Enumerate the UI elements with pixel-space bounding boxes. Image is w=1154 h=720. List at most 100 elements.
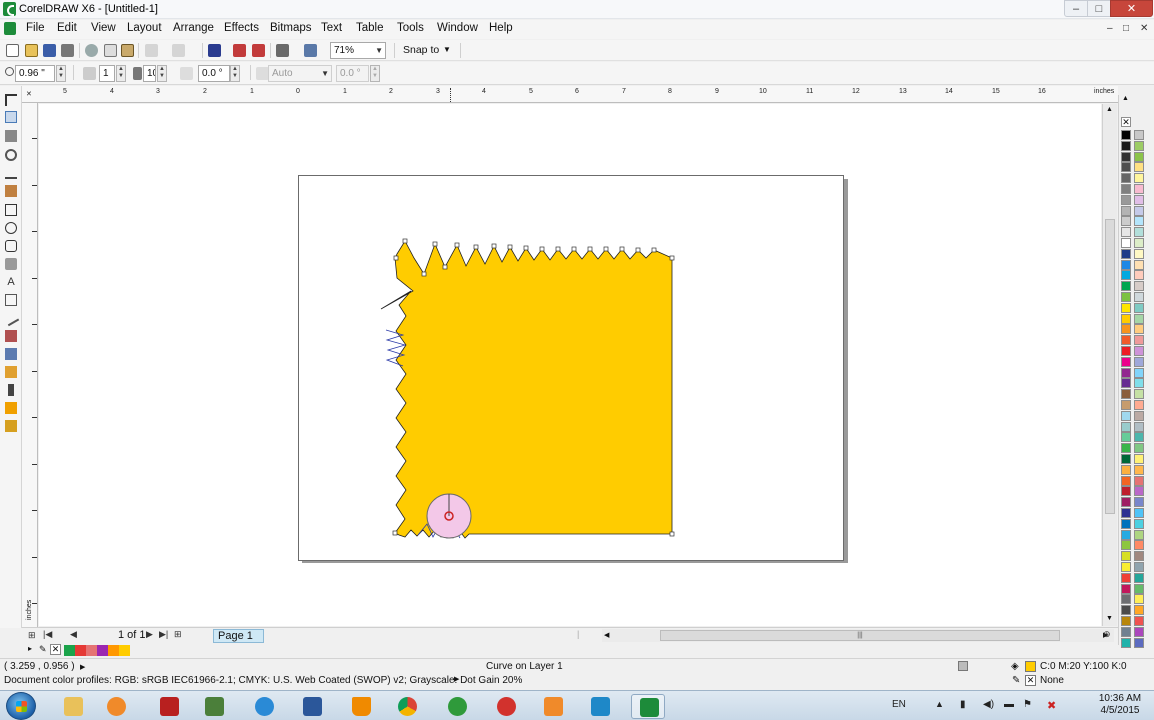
outline-color-swatch[interactable]: ✕ [1025, 675, 1036, 686]
palette-swatch[interactable] [1134, 194, 1144, 205]
undo-icon[interactable] [145, 44, 158, 57]
palette-swatch[interactable] [1121, 497, 1131, 508]
palette-swatch[interactable] [1121, 238, 1131, 248]
palette-swatch[interactable] [1121, 540, 1131, 551]
palette-swatch[interactable] [1134, 356, 1144, 367]
document-palette-swatch[interactable] [86, 645, 97, 656]
taskbar-explorer[interactable] [56, 694, 90, 719]
volume-icon[interactable]: ◀) [983, 699, 994, 710]
palette-swatch[interactable] [1121, 367, 1131, 378]
palette-swatch[interactable] [1134, 162, 1144, 173]
document-palette-swatch[interactable] [119, 645, 130, 656]
scroll-down-icon[interactable]: ▼ [1106, 615, 1113, 622]
menu-tools[interactable]: Tools [397, 22, 424, 34]
palette-swatch[interactable] [1121, 421, 1131, 432]
palette-swatch[interactable] [1134, 281, 1144, 292]
horizontal-scroll-thumb[interactable]: ||| [660, 630, 1060, 641]
palette-swatch[interactable] [1121, 443, 1131, 454]
eyedropper-icon[interactable]: ✎ [39, 644, 47, 655]
minimize-button[interactable]: – [1064, 0, 1088, 17]
palette-swatch[interactable] [1121, 356, 1131, 367]
paste-icon[interactable] [121, 44, 134, 57]
angle-spinner[interactable]: ▲ ▼ [230, 65, 240, 82]
palette-swatch[interactable] [1121, 346, 1131, 356]
menu-file[interactable]: File [26, 22, 45, 34]
palette-swatch[interactable] [1134, 421, 1144, 432]
palette-swatch[interactable] [1134, 324, 1144, 335]
crop-tool-icon[interactable] [5, 130, 17, 142]
nib-count-field[interactable]: 1 [99, 65, 115, 82]
palette-swatch[interactable] [1134, 616, 1144, 626]
palette-swatch[interactable] [1134, 637, 1144, 648]
palette-swatch[interactable] [1121, 173, 1131, 184]
no-color-swatch[interactable]: ✕ [1121, 117, 1131, 127]
palette-swatch[interactable] [1121, 475, 1131, 486]
taskbar-chrome[interactable] [390, 694, 424, 719]
interactive-effects-tool-icon[interactable] [5, 348, 17, 360]
palette-swatch[interactable] [1121, 216, 1131, 227]
palette-swatch[interactable] [1121, 637, 1131, 648]
palette-swatch[interactable] [1121, 562, 1131, 572]
document-color-profiles[interactable]: Document color profiles: RGB: sRGB IEC61… [4, 675, 522, 686]
palette-swatch[interactable] [1121, 583, 1131, 594]
palette-swatch[interactable] [1121, 259, 1131, 270]
palette-swatch[interactable] [1134, 346, 1144, 356]
palette-swatch[interactable] [1134, 302, 1144, 313]
document-palette-swatch[interactable] [75, 645, 86, 656]
zoom-level-select[interactable]: 71% ▼ [330, 42, 386, 59]
palette-expand-icon[interactable]: ▸ [28, 644, 32, 653]
palette-swatch[interactable] [1134, 335, 1144, 346]
palette-swatch[interactable] [1134, 184, 1144, 194]
palette-swatch[interactable] [1121, 292, 1131, 302]
palette-swatch[interactable] [1134, 248, 1144, 259]
taskbar-vlc[interactable] [344, 694, 378, 719]
palette-swatch[interactable] [1121, 464, 1131, 475]
palette-swatch[interactable] [1121, 616, 1131, 626]
taskbar-filezilla[interactable] [152, 694, 186, 719]
angle-field[interactable]: 0.0 ° [198, 65, 230, 82]
palette-swatch[interactable] [1134, 518, 1144, 529]
document-palette-swatch[interactable] [97, 645, 108, 656]
fill-color-swatch[interactable] [1025, 661, 1036, 672]
export-icon[interactable] [252, 44, 265, 57]
palette-swatch[interactable] [1121, 626, 1131, 637]
yellow-curve-shape[interactable] [380, 240, 673, 539]
taskbar-internet-explorer[interactable] [247, 694, 281, 719]
show-hidden-icons-icon[interactable]: ▲ [935, 699, 944, 709]
shape-layer[interactable] [39, 104, 1101, 626]
palette-swatch[interactable] [1134, 497, 1144, 508]
profiles-arrow-icon[interactable]: ▶ [454, 675, 459, 683]
menu-layout[interactable]: Layout [127, 22, 162, 34]
palette-swatch[interactable] [1134, 529, 1144, 540]
table-tool-icon[interactable] [5, 294, 17, 306]
palette-swatch[interactable] [1134, 464, 1144, 475]
chevron-down-icon[interactable]: ▼ [443, 45, 451, 54]
palette-swatch[interactable] [1121, 248, 1131, 259]
palette-swatch[interactable] [1121, 594, 1131, 605]
document-icon[interactable] [4, 22, 16, 35]
palette-swatch[interactable] [1121, 486, 1131, 497]
palette-swatch[interactable] [1134, 270, 1144, 281]
mode-select[interactable]: Auto ▼ [268, 65, 332, 82]
menu-text[interactable]: Text [321, 22, 342, 34]
import-icon[interactable] [233, 44, 246, 57]
search-content-icon[interactable] [208, 44, 221, 57]
palette-swatch[interactable] [1134, 227, 1144, 238]
fill-tool-icon[interactable] [5, 402, 17, 414]
palette-swatch[interactable] [1134, 313, 1144, 324]
palette-swatch[interactable] [1134, 292, 1144, 302]
menu-effects[interactable]: Effects [224, 22, 259, 34]
smart-fill-tool-icon[interactable] [5, 420, 17, 432]
palette-swatch[interactable] [1121, 140, 1131, 151]
palette-swatch[interactable] [1121, 400, 1131, 410]
save-icon[interactable] [43, 44, 56, 57]
palette-swatch[interactable] [1134, 508, 1144, 518]
scroll-up-icon[interactable]: ▲ [1106, 106, 1113, 113]
taskbar-app[interactable] [197, 694, 231, 719]
palette-swatch[interactable] [1121, 162, 1131, 173]
close-button[interactable]: ✕ [1110, 0, 1153, 17]
vertical-ruler[interactable] [22, 103, 38, 628]
palette-swatch[interactable] [1121, 281, 1131, 292]
taskbar-app[interactable] [583, 694, 617, 719]
horizontal-ruler[interactable]: ✕ 5 4 3 2 1 0 1 2 3 4 5 6 7 8 9 10 11 12… [22, 86, 1118, 103]
